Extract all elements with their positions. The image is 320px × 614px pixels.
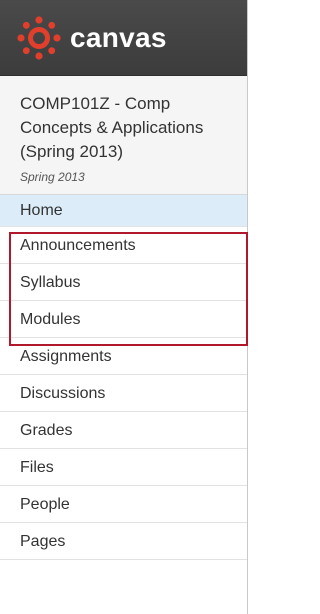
course-sidebar: canvas COMP101Z - Comp Concepts & Applic…	[0, 0, 248, 614]
course-term: Spring 2013	[20, 170, 85, 184]
course-title[interactable]: COMP101Z - Comp Concepts & Applications …	[20, 92, 235, 164]
nav-item-assignments[interactable]: Assignments	[0, 338, 247, 375]
nav-item-discussions[interactable]: Discussions	[0, 375, 247, 412]
nav-item-syllabus[interactable]: Syllabus	[0, 264, 247, 301]
nav-item-grades[interactable]: Grades	[0, 412, 247, 449]
nav-item-home[interactable]: Home	[0, 195, 247, 227]
nav-item-people[interactable]: People	[0, 486, 247, 523]
canvas-logo-icon	[17, 15, 61, 60]
nav-item-modules[interactable]: Modules	[0, 301, 247, 338]
nav-item-pages[interactable]: Pages	[0, 523, 247, 560]
app-name[interactable]: canvas	[70, 22, 167, 54]
nav-item-announcements[interactable]: Announcements	[0, 227, 247, 264]
nav-item-files[interactable]: Files	[0, 449, 247, 486]
course-nav: Home Announcements Syllabus Modules Assi…	[0, 195, 247, 560]
course-info: COMP101Z - Comp Concepts & Applications …	[0, 76, 247, 195]
app-header: canvas	[0, 0, 247, 76]
